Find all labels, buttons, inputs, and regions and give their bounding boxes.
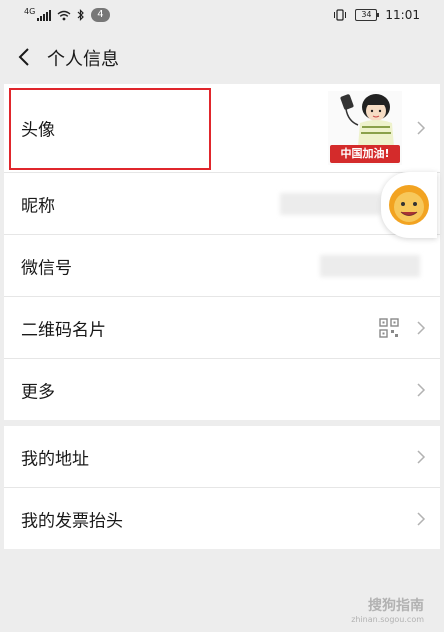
more-row[interactable]: 更多 <box>4 359 440 420</box>
nickname-row[interactable]: 昵称 <box>4 173 440 235</box>
address-label: 我的地址 <box>21 449 89 469</box>
notification-count-badge: 4 <box>91 8 110 22</box>
chevron-right-icon <box>417 320 426 335</box>
wifi-icon <box>57 10 71 20</box>
floating-avatar-image <box>389 185 429 225</box>
nav-bar: 个人信息 <box>0 32 444 84</box>
status-time: 11:01 <box>385 8 420 22</box>
extra-group: 我的地址 我的发票抬头 <box>4 426 440 549</box>
status-right: 34 11:01 <box>333 8 420 22</box>
invoice-title-label: 我的发票抬头 <box>21 511 123 531</box>
avatar[interactable]: 中国加油! <box>328 91 402 165</box>
profile-group: 头像 中国加油! 昵称 微信号 二维码名片 更多 <box>4 84 440 420</box>
network-type: 4G <box>24 6 36 16</box>
watermark-logo: 搜狗指南 <box>368 598 424 614</box>
qr-code-icon <box>379 317 399 338</box>
chevron-right-icon <box>417 511 426 526</box>
status-left: 4G 4 <box>24 6 110 22</box>
chevron-right-icon <box>417 121 426 135</box>
status-bar: 4G 4 34 11:01 <box>0 0 444 32</box>
avatar-banner: 中国加油! <box>330 145 400 163</box>
address-row[interactable]: 我的地址 <box>4 426 440 488</box>
nickname-value-redacted <box>280 193 380 215</box>
wechat-id-value-redacted <box>320 255 420 277</box>
qr-code-row[interactable]: 二维码名片 <box>4 297 440 359</box>
page-title: 个人信息 <box>47 49 119 70</box>
chevron-right-icon <box>417 382 426 397</box>
vibrate-icon <box>334 9 347 21</box>
wechat-id-label: 微信号 <box>21 258 72 278</box>
avatar-row[interactable]: 头像 中国加油! <box>4 84 440 173</box>
wechat-id-row[interactable]: 微信号 <box>4 235 440 297</box>
floating-avatar-bubble[interactable] <box>381 172 437 238</box>
qr-code-label: 二维码名片 <box>21 320 106 340</box>
signal-icon <box>37 9 52 21</box>
nickname-label: 昵称 <box>21 196 55 216</box>
invoice-title-row[interactable]: 我的发票抬头 <box>4 488 440 549</box>
chevron-right-icon <box>417 449 426 464</box>
more-label: 更多 <box>21 382 55 402</box>
watermark-url: zhinan.sogou.com <box>351 615 424 624</box>
avatar-label: 头像 <box>21 120 55 141</box>
bluetooth-icon <box>77 9 85 21</box>
face-icon <box>394 192 424 222</box>
watermark: 搜狗指南 zhinan.sogou.com <box>351 595 424 624</box>
battery-icon: 34 <box>355 9 380 21</box>
back-arrow-icon[interactable] <box>14 46 36 68</box>
avatar-illustration <box>340 94 394 147</box>
